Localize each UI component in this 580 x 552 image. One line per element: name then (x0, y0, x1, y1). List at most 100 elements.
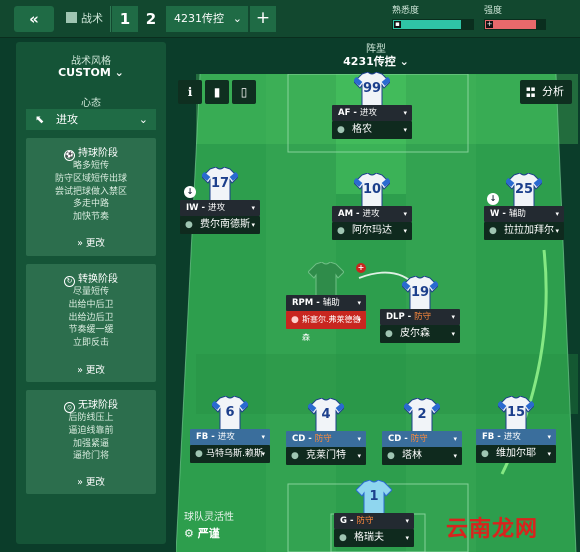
shirt-icon: 2 (403, 397, 441, 433)
player-select[interactable]: ● 拉拉加拜尔 ▾ (484, 222, 564, 240)
chevron-down-icon: ▾ (403, 210, 407, 218)
player-card[interactable]: 2 CD - 防守 ▾ ● 塔林 ▾ (382, 397, 462, 476)
style-select[interactable]: CUSTOM ⌄ (16, 66, 166, 79)
player-card[interactable]: 4 CD - 防守 ▾ ● 克莱门特 ▾ (286, 397, 366, 476)
player-card[interactable]: 10 AM - 进攻 ▾ ● 阿尔玛达 ▾ (332, 172, 412, 251)
shirt-icon (307, 261, 345, 297)
player-card[interactable]: 25 W - 辅助 ▾ ● 拉拉加拜尔 ▾ (484, 172, 564, 251)
phase-out-of-possession: ⦸ 无球阶段 后防线压上 逼迫线靠前 加强紧逼 逼抢门将 » 更改 (26, 390, 156, 494)
person-icon: ● (337, 226, 345, 236)
person-icon: ● (387, 451, 395, 461)
role-select[interactable]: G - 防守 ▾ (334, 513, 414, 529)
chevron-down-icon: ▾ (251, 221, 255, 229)
person-icon: ● (339, 533, 347, 543)
shirt-icon: 10 (353, 172, 391, 208)
instruction-item: 尝试把球做入禁区 (54, 186, 127, 197)
bar-chart-icon: ▮ (213, 85, 221, 99)
attack-arrow-icon: ⬉ (35, 113, 45, 126)
chevron-down-icon: ▾ (261, 450, 265, 458)
phase-in-possession: ⚽ 持球阶段 略多短传 防守区域短传出球 尝试把球做入禁区 多走中路 加快节奏 »… (26, 138, 156, 256)
player-select[interactable]: ● 阿尔玛达 ▾ (332, 222, 412, 240)
formation-header[interactable]: 阵型 4231传控 ⌄ (176, 40, 576, 70)
download-icon[interactable]: ↓ (184, 186, 196, 198)
player-card[interactable]: 6 FB - 进攻 ▾ ● 马特乌斯.赖斯 ▾ (190, 395, 270, 474)
chevron-down-icon: ▾ (357, 452, 361, 460)
tab-tactics[interactable]: 战术 (66, 8, 103, 30)
mentality-select[interactable]: ⬉ 进攻 ⌄ (26, 109, 156, 130)
instruction-item: 逼迫线靠前 (68, 425, 114, 436)
person-icon: ● (291, 315, 299, 325)
chevron-down-icon: ▾ (451, 330, 455, 338)
change-button[interactable]: » 更改 (26, 235, 156, 249)
player-select[interactable]: ● 费尔南德斯 ▾ (180, 216, 260, 234)
role-select[interactable]: DLP - 防守 ▾ (380, 309, 460, 325)
analysis-button[interactable]: ▪▪ ▪▪ 分析 (520, 80, 572, 104)
intensity-meter[interactable]: + (484, 19, 546, 30)
instruction-item: 出给边后卫 (68, 312, 114, 323)
player-select[interactable]: ● 马特乌斯.赖斯 ▾ (190, 445, 270, 463)
double-chevron-left-icon: « (29, 10, 39, 28)
chevron-down-icon: ▾ (403, 227, 407, 235)
tactic-slot-1[interactable]: 1 (112, 6, 138, 32)
player-select[interactable]: ● 皮尔森 ▾ (380, 325, 460, 343)
style-label: 战术风格 (71, 56, 111, 67)
change-button[interactable]: » 更改 (26, 362, 156, 376)
add-tactic-button[interactable]: + (250, 6, 276, 32)
role-select[interactable]: RPM - 辅助 ▾ (286, 295, 366, 311)
expand-icon: ▪ (394, 20, 401, 28)
role-select[interactable]: W - 辅助 ▾ (484, 206, 564, 222)
tactic-style-panel: 战术风格 CUSTOM ⌄ 心态 ⬉ 进攻 ⌄ ⚽ 持球阶段 略多短传 防守区域短… (16, 42, 166, 544)
player-select[interactable]: ● 维加尔耶 ▾ (476, 445, 556, 463)
person-icon: ● (489, 226, 497, 236)
clipboard-icon: ▯ (240, 85, 248, 99)
player-card[interactable]: 1 G - 防守 ▾ ● 格瑞夫 ▾ (334, 479, 414, 550)
tactic-slot-2[interactable]: 2 (138, 6, 164, 32)
player-card[interactable]: 15 FB - 进攻 ▾ ● 维加尔耶 ▾ (476, 395, 556, 474)
player-card[interactable]: RPM - 辅助 ▾ ● 斯塞尔.弗莱德德森 ▾ (286, 261, 366, 342)
download-icon[interactable]: ↓ (487, 193, 499, 205)
instruction-item: 尽量短传 (72, 287, 109, 297)
player-info-button[interactable]: ℹ (178, 80, 202, 104)
person-icon: ● (195, 449, 203, 459)
instruction-item: 逼抢门将 (72, 451, 109, 462)
player-card[interactable]: 99 AF - 进攻 ▾ ● 格农 ▾ (332, 71, 412, 150)
role-select[interactable]: CD - 防守 ▾ (382, 431, 462, 447)
flexibility-label: 球队灵活性 (184, 512, 234, 523)
player-select[interactable]: ● 克莱门特 ▾ (286, 447, 366, 465)
chevron-down-icon: ▾ (555, 227, 559, 235)
player-select[interactable]: ● 格瑞夫 ▾ (334, 529, 414, 547)
role-select[interactable]: CD - 防守 ▾ (286, 431, 366, 447)
stats-button[interactable]: ▮ (205, 80, 229, 104)
player-card[interactable]: 17 IW - 进攻 ▾ ● 费尔南德斯 ▾ (180, 166, 260, 245)
chevron-down-icon: ▾ (261, 433, 265, 441)
back-button[interactable]: « (14, 6, 54, 32)
shirt-icon: 15 (497, 395, 535, 431)
role-select[interactable]: AM - 进攻 ▾ (332, 206, 412, 222)
role-select[interactable]: AF - 进攻 ▾ (332, 105, 412, 121)
chevron-down-icon: ▾ (405, 517, 409, 525)
person-icon: ● (185, 220, 193, 230)
top-bar: « 战术 1 2 4231传控 ⌄ + 熟悉度 ▪ 强度 + (0, 0, 580, 38)
familiarity-fill (393, 20, 461, 29)
change-button[interactable]: » 更改 (26, 474, 156, 488)
role-select[interactable]: IW - 进攻 ▾ (180, 200, 260, 216)
player-card[interactable]: 19 DLP - 防守 ▾ ● 皮尔森 ▾ (380, 275, 460, 354)
plus-icon[interactable]: + (356, 263, 366, 273)
role-select[interactable]: FB - 进攻 ▾ (476, 429, 556, 445)
chevron-down-icon: ▾ (547, 450, 551, 458)
intensity-label: 强度 (484, 6, 503, 16)
double-chevron-right-icon: » (77, 238, 83, 249)
chevron-down-icon: ▾ (403, 109, 407, 117)
tactic-select[interactable]: 4231传控 ⌄ (166, 6, 248, 32)
player-select[interactable]: ● 塔林 ▾ (382, 447, 462, 465)
chevron-down-icon: ⌄ (232, 12, 242, 25)
instructions-button[interactable]: ▯ (232, 80, 256, 104)
role-select[interactable]: FB - 进攻 ▾ (190, 429, 270, 445)
player-select[interactable]: ● 格农 ▾ (332, 121, 412, 139)
team-flexibility[interactable]: 球队灵活性 ⚙ 严谨 (184, 508, 274, 548)
chevron-down-icon: ▾ (357, 435, 361, 443)
familiarity-meter[interactable]: ▪ (392, 19, 474, 30)
double-chevron-right-icon: » (77, 365, 83, 376)
watermark: 云南龙网 (446, 517, 539, 542)
player-select[interactable]: ● 斯塞尔.弗莱德德森 ▾ (286, 311, 366, 342)
